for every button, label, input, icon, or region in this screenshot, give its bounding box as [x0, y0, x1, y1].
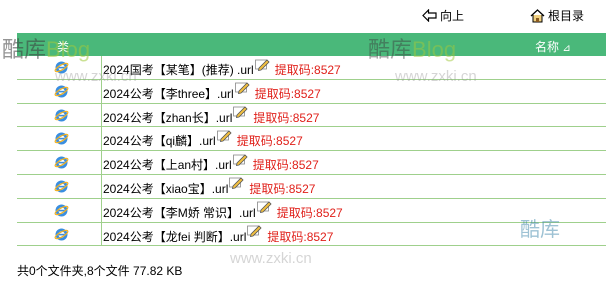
type-cell	[17, 56, 102, 79]
up-button[interactable]: 向上	[422, 7, 464, 24]
edit-icon[interactable]	[229, 176, 244, 192]
extraction-code: 提取码:8527	[254, 86, 321, 101]
ie-icon[interactable]	[54, 108, 69, 126]
edit-icon[interactable]	[233, 105, 248, 121]
file-name-link[interactable]: 2024公考【qi麟】.url	[103, 132, 216, 149]
file-table: 类 名称 ⊿ 2024国考【某笔】(推荐) .url 提取码:8527 2024公考…	[17, 33, 606, 247]
col-name-header[interactable]: 名称 ⊿	[535, 38, 571, 55]
ie-icon[interactable]	[54, 131, 69, 149]
edit-icon[interactable]	[256, 200, 272, 216]
name-cell: 2024公考【李M娇 常识】.url 提取码:8527	[103, 201, 343, 221]
type-cell	[17, 103, 102, 127]
file-name-link[interactable]: 2024公考【上an村】.url	[103, 156, 232, 173]
table-row[interactable]: 2024公考【zhan长】.url 提取码:8527	[17, 103, 606, 128]
table-row[interactable]: 2024公考【龙fei 判断】.url 提取码:8527	[17, 222, 606, 247]
table-row[interactable]: 2024公考【上an村】.url 提取码:8527	[17, 151, 606, 175]
file-name-link[interactable]: 2024公考【xiao宝】.url	[103, 180, 228, 197]
file-name-link[interactable]: 2024公考【李three】.url	[103, 85, 234, 102]
name-cell: 2024公考【李three】.url 提取码:8527	[103, 82, 321, 102]
table-row[interactable]: 2024公考【李M娇 常识】.url 提取码:8527	[17, 198, 606, 223]
file-name-link[interactable]: 2024公考【zhan长】.url	[103, 109, 232, 126]
type-cell	[17, 198, 102, 222]
name-cell: 2024公考【xiao宝】.url 提取码:8527	[103, 177, 316, 197]
ie-icon[interactable]	[54, 155, 69, 173]
extraction-code: 提取码:8527	[274, 63, 341, 77]
type-cell	[17, 174, 102, 198]
arrow-left-icon	[422, 9, 437, 22]
extraction-code: 提取码:8527	[253, 110, 320, 125]
top-toolbar: 向上 根目录	[0, 0, 606, 33]
col-name-label: 名称	[535, 40, 560, 54]
table-row[interactable]: 2024国考【某笔】(推荐) .url 提取码:8527	[17, 56, 606, 80]
ie-icon[interactable]	[54, 179, 69, 197]
sort-indicator-icon: ⊿	[562, 43, 571, 54]
watermark-url-bottom: www.zxki.cn	[230, 250, 312, 267]
name-cell: 2024公考【龙fei 判断】.url 提取码:8527	[103, 225, 334, 245]
edit-icon[interactable]	[254, 58, 270, 74]
table-row[interactable]: 2024公考【xiao宝】.url 提取码:8527	[17, 174, 606, 199]
type-cell	[17, 151, 102, 174]
name-cell: 2024公考【qi麟】.url 提取码:8527	[103, 129, 303, 149]
type-cell	[17, 79, 102, 103]
col-type-header[interactable]: 类	[57, 38, 69, 55]
up-label: 向上	[440, 9, 465, 23]
file-name-link[interactable]: 2024国考【某笔】(推荐) .url	[103, 61, 254, 78]
name-cell: 2024公考【zhan长】.url 提取码:8527	[103, 106, 320, 126]
status-summary: 共0个文件夹,8个文件 77.82 KB	[17, 264, 183, 278]
name-cell: 2024公考【上an村】.url 提取码:8527	[103, 153, 319, 173]
ie-icon[interactable]	[54, 227, 69, 245]
table-body: 2024国考【某笔】(推荐) .url 提取码:8527 2024公考【李three…	[17, 56, 606, 247]
type-cell	[17, 222, 102, 246]
root-label: 根目录	[548, 9, 585, 23]
edit-icon[interactable]	[216, 129, 232, 145]
extraction-code: 提取码:8527	[276, 205, 343, 220]
root-button[interactable]: 根目录	[530, 7, 584, 24]
ie-icon[interactable]	[54, 84, 69, 102]
name-cell: 2024国考【某笔】(推荐) .url 提取码:8527	[103, 58, 341, 78]
home-icon	[530, 8, 545, 22]
extraction-code: 提取码:8527	[267, 229, 334, 244]
edit-icon[interactable]	[234, 81, 250, 97]
type-cell	[17, 127, 102, 151]
table-row[interactable]: 2024公考【qi麟】.url 提取码:8527	[17, 127, 606, 152]
extraction-code: 提取码:8527	[252, 158, 319, 173]
ie-icon[interactable]	[54, 60, 69, 78]
extraction-code: 提取码:8527	[249, 181, 316, 196]
file-name-link[interactable]: 2024公考【龙fei 判断】.url	[103, 228, 246, 245]
ie-icon[interactable]	[54, 203, 69, 221]
edit-icon[interactable]	[247, 224, 262, 240]
file-name-link[interactable]: 2024公考【李M娇 常识】.url	[103, 204, 256, 221]
edit-icon[interactable]	[232, 153, 248, 169]
table-header: 类 名称 ⊿	[17, 33, 606, 56]
extraction-code: 提取码:8527	[236, 134, 303, 149]
table-row[interactable]: 2024公考【李three】.url 提取码:8527	[17, 79, 606, 104]
